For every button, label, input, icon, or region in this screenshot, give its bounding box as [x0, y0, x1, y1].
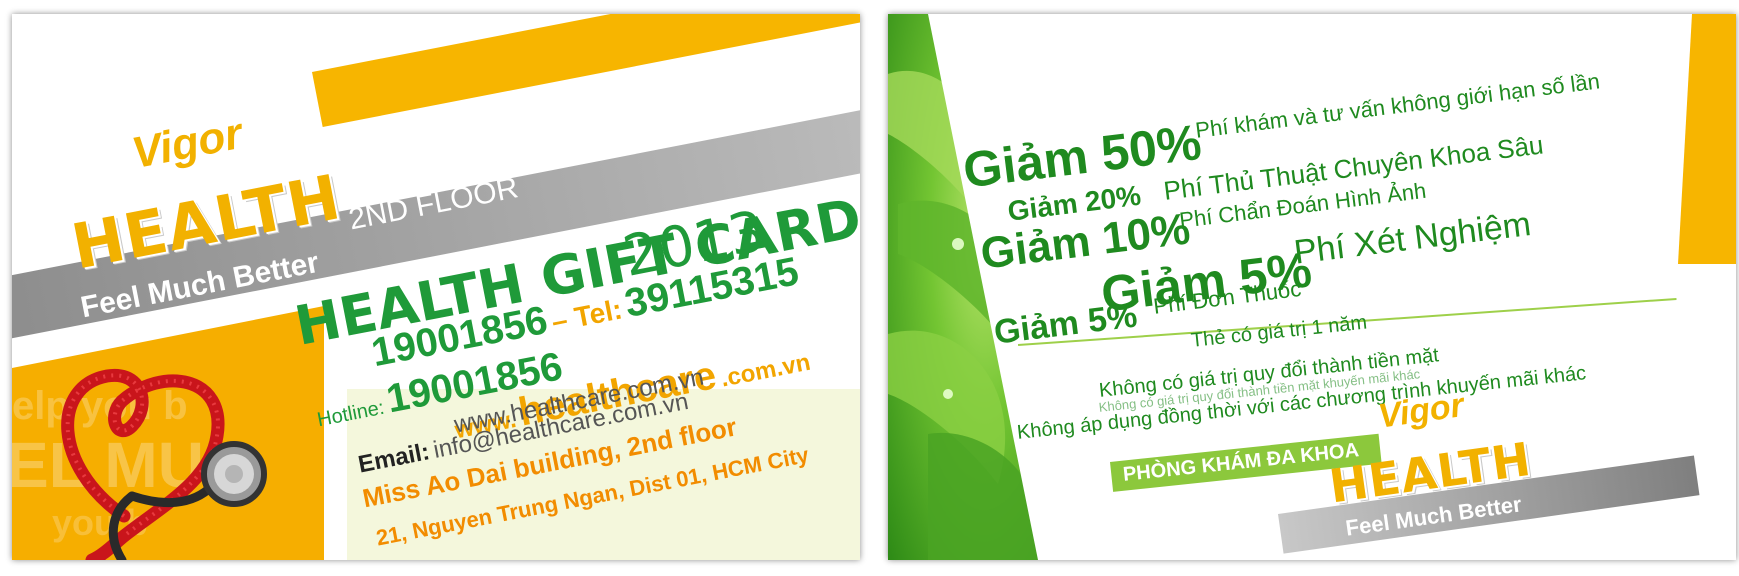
- orange-band: [312, 14, 860, 127]
- logo-vigor-text: Vigor: [128, 108, 247, 179]
- tel-label: – Tel:: [548, 293, 625, 338]
- gift-card-back: Giảm 50% Phí khám và tư vấn không giới h…: [888, 14, 1736, 560]
- stethoscope-panel: elp you b EL MU you b: [12, 306, 324, 560]
- website-suffix: .com.vn: [718, 348, 813, 393]
- gift-card-front: elp you b EL MU you b Vigor HEALTH Feel …: [12, 14, 860, 560]
- stethoscope-heart-icon: [61, 368, 267, 560]
